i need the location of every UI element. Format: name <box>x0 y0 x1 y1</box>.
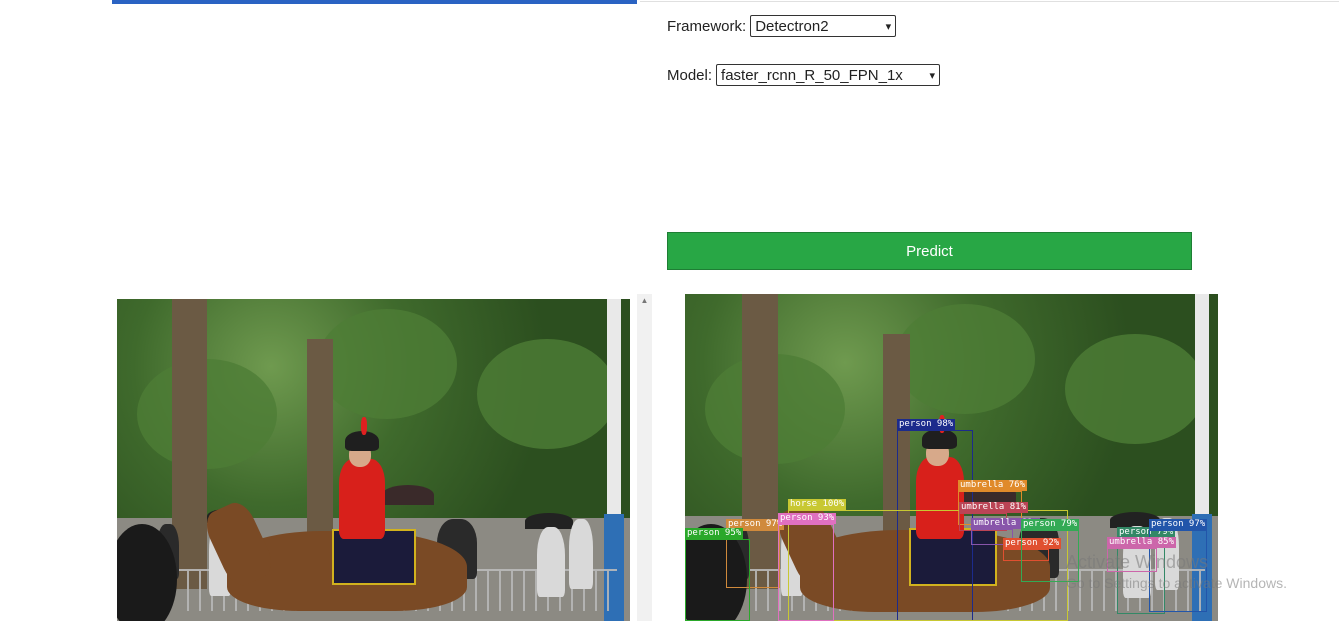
detection-label: umbrella 85% <box>1107 537 1177 548</box>
scroll-up-icon[interactable]: ▲ <box>637 296 652 305</box>
watermark-subtitle: Go to Settings to activate Windows. <box>1066 575 1287 591</box>
model-label: Model: <box>667 66 713 84</box>
divider <box>640 1 1339 2</box>
model-select-value: faster_rcnn_R_50_FPN_1x <box>721 66 903 84</box>
model-select[interactable]: faster_rcnn_R_50_FPN_1x ▾ <box>716 64 941 86</box>
detection-box: person 93% <box>778 513 837 621</box>
chevron-down-icon: ▾ <box>929 69 936 82</box>
predict-button[interactable]: Predict <box>667 232 1192 270</box>
detection-label: person 95% <box>685 528 744 539</box>
detection-label: person 93% <box>778 513 837 524</box>
activate-windows-watermark: Activate Windows Go to Settings to activ… <box>1066 552 1287 591</box>
framework-select-value: Detectron2 <box>755 17 829 35</box>
input-image-scene <box>117 299 630 621</box>
framework-label: Framework: <box>667 17 747 35</box>
detection-label: person 98% <box>897 419 956 430</box>
detection-label: horse 100% <box>788 499 847 510</box>
scrollbar[interactable]: ▲ <box>637 294 652 621</box>
model-row: Model: faster_rcnn_R_50_FPN_1x ▾ <box>667 64 941 86</box>
detection-label: person 79% <box>1021 519 1080 530</box>
framework-row: Framework: Detectron2 ▾ <box>667 15 897 37</box>
detection-label: umbrella 81% <box>959 502 1029 513</box>
watermark-title: Activate Windows <box>1066 552 1209 572</box>
detection-box: person 95% <box>685 528 750 621</box>
framework-select[interactable]: Detectron2 ▾ <box>750 15 897 37</box>
input-image <box>117 299 630 621</box>
detection-label: person 97% <box>1149 519 1208 530</box>
active-tab-indicator <box>112 0 637 4</box>
detection-label: umbrella 76% <box>958 480 1028 491</box>
chevron-down-icon: ▾ <box>885 20 892 33</box>
